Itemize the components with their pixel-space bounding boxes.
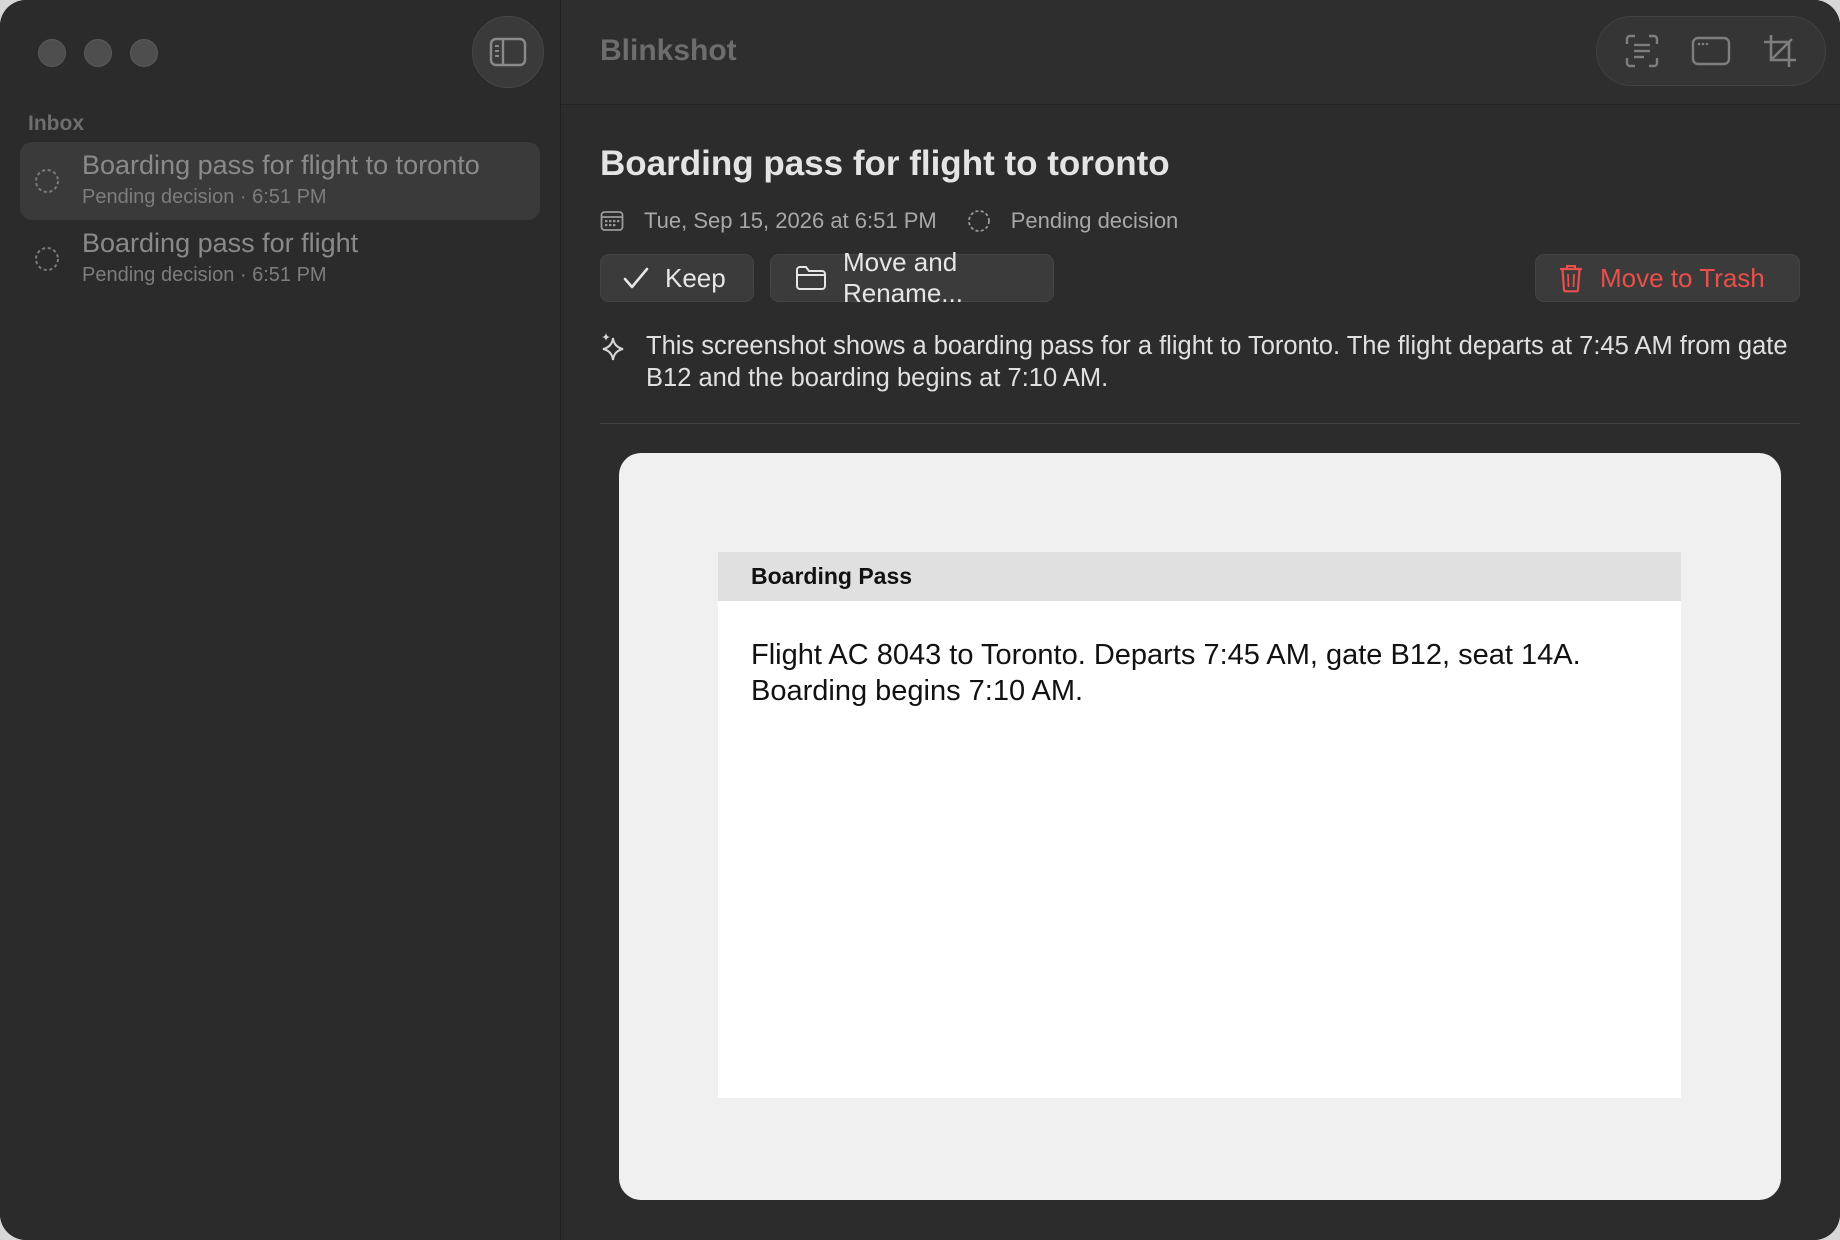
- detail-pane: Blinkshot Boarding pass for flight to to…: [561, 0, 1840, 1240]
- keep-button-label: Keep: [665, 262, 726, 293]
- list-item-subtitle: Pending decision · 6:51 PM: [82, 264, 327, 286]
- zoom-window-button[interactable]: [130, 39, 158, 67]
- close-window-button[interactable]: [38, 39, 66, 67]
- crop-icon: [1764, 35, 1797, 67]
- window-icon: [1691, 36, 1731, 66]
- sidebar-toggle-button[interactable]: [472, 16, 544, 88]
- app-title: Blinkshot: [600, 34, 737, 67]
- pending-circle-icon: [35, 169, 59, 193]
- inbox-section-label: Inbox: [28, 112, 84, 135]
- item-meta: Tue, Sep 15, 2026 at 6:51 PM Pending dec…: [600, 206, 1178, 236]
- trash-button-label: Move to Trash: [1600, 262, 1765, 293]
- minimize-window-button[interactable]: [84, 39, 112, 67]
- text-scan-icon: [1625, 34, 1658, 68]
- list-item-title: Boarding pass for flight: [82, 228, 359, 258]
- crop-capture-button[interactable]: [1758, 29, 1802, 73]
- trash-icon: [1560, 265, 1582, 293]
- list-item[interactable]: Boarding pass for flight to toronto Pend…: [20, 142, 540, 220]
- list-item-title: Boarding pass for flight to toronto: [82, 150, 480, 180]
- list-item-subtitle: Pending decision · 6:51 PM: [82, 186, 327, 208]
- window-controls: [38, 39, 158, 67]
- sidebar: Inbox Boarding pass for flight to toront…: [0, 0, 561, 1240]
- item-status: Pending decision: [1010, 208, 1179, 233]
- divider: [600, 423, 1800, 424]
- preview-card-header: Boarding Pass: [718, 552, 1681, 601]
- screenshot-preview: Boarding Pass Flight AC 8043 to Toronto.…: [619, 453, 1781, 1200]
- toolbar: Blinkshot: [561, 0, 1840, 105]
- page-title: Boarding pass for flight to toronto: [600, 144, 1170, 183]
- calendar-icon: [600, 211, 624, 231]
- sidebar-toggle-icon: [489, 37, 527, 67]
- pending-circle-icon: [35, 247, 59, 271]
- list-item[interactable]: Boarding pass for flight Pending decisio…: [20, 220, 540, 298]
- item-date: Tue, Sep 15, 2026 at 6:51 PM: [644, 208, 937, 233]
- summary-text: This screenshot shows a boarding pass fo…: [646, 332, 1788, 392]
- boarding-pass-card: Boarding Pass Flight AC 8043 to Toronto.…: [718, 552, 1681, 1098]
- window-capture-button[interactable]: [1689, 29, 1733, 73]
- sparkles-icon: [602, 333, 624, 361]
- capture-tools: [1596, 16, 1826, 86]
- move-to-trash-button[interactable]: Move to Trash: [1535, 254, 1800, 302]
- text-scan-button[interactable]: [1620, 29, 1664, 73]
- move-and-rename-button[interactable]: Move and Rename...: [770, 247, 1054, 308]
- move-button-label: Move and Rename...: [843, 247, 963, 308]
- checkmark-icon: [623, 267, 649, 289]
- folder-icon: [796, 266, 826, 290]
- app-window: Inbox Boarding pass for flight to toront…: [0, 0, 1840, 1240]
- keep-button[interactable]: Keep: [600, 254, 754, 302]
- pending-circle-icon: [967, 210, 990, 232]
- preview-card-body: Flight AC 8043 to Toronto. Departs 7:45 …: [751, 639, 1581, 707]
- inbox-list: Boarding pass for flight to toronto Pend…: [20, 142, 540, 298]
